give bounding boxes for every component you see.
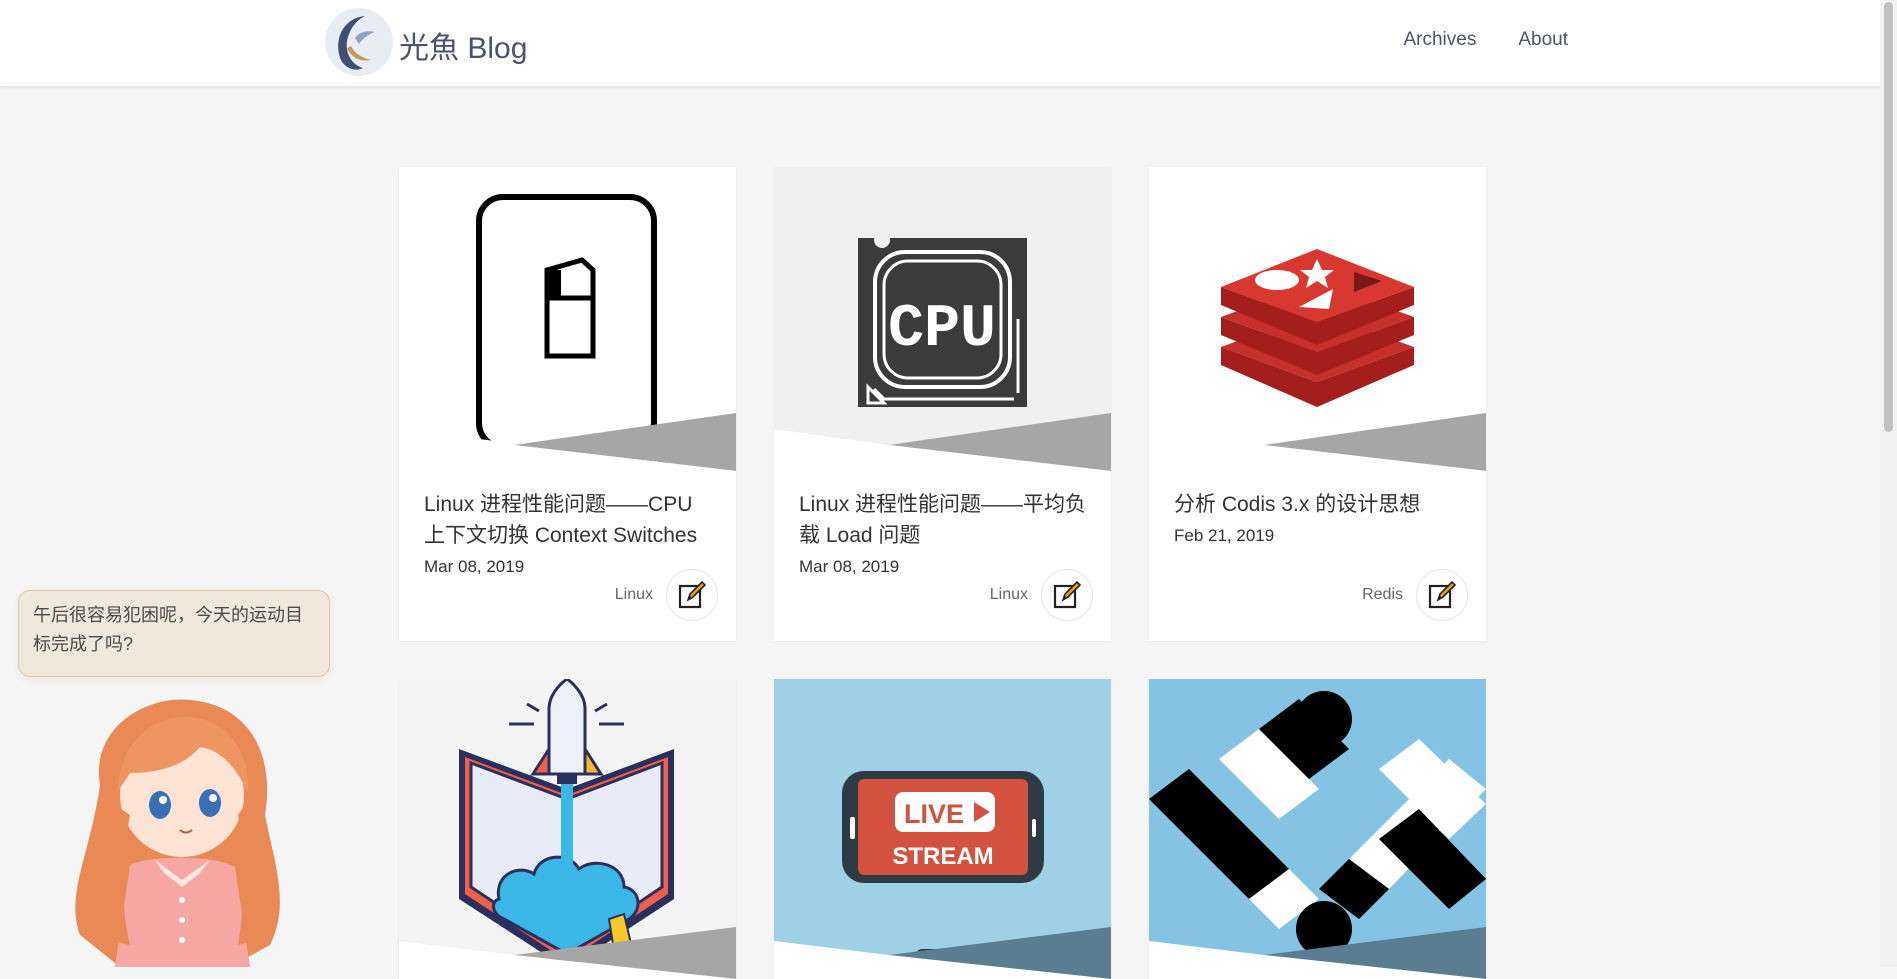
post-title[interactable]: Linux 进程性能问题——平均负载 Load 问题 bbox=[799, 489, 1091, 551]
main-nav: Archives About bbox=[1361, 0, 1568, 80]
scrollbar-thumb[interactable] bbox=[1884, 2, 1893, 432]
edit-icon bbox=[678, 580, 707, 609]
post-thumbnail[interactable] bbox=[1149, 167, 1486, 471]
edit-post-button[interactable] bbox=[1416, 569, 1468, 621]
post-thumbnail[interactable] bbox=[399, 167, 736, 471]
edit-icon bbox=[1053, 580, 1082, 609]
site-logo bbox=[325, 8, 393, 76]
post-card[interactable] bbox=[1149, 679, 1486, 979]
post-thumbnail[interactable]: CPU bbox=[774, 167, 1111, 471]
home-link[interactable]: 光魚 Blog bbox=[325, 8, 527, 76]
post-card[interactable]: CPU Linux 进程性能问题——平均负载 Load 问题 Mar 08, 2… bbox=[774, 167, 1111, 641]
card-slant-decoration bbox=[399, 927, 736, 979]
post-tag[interactable]: Redis bbox=[1362, 586, 1403, 604]
post-card[interactable]: LIVE STREAM bbox=[774, 679, 1111, 979]
site-header: 光魚 Blog Archives About bbox=[0, 0, 1897, 87]
nav-about[interactable]: About bbox=[1518, 29, 1568, 51]
post-thumbnail[interactable]: LIVE STREAM bbox=[774, 679, 1111, 979]
edit-post-button[interactable] bbox=[666, 569, 718, 621]
edit-post-button[interactable] bbox=[1041, 569, 1093, 621]
mascot-character[interactable] bbox=[60, 695, 300, 967]
card-slant-decoration bbox=[774, 927, 1111, 979]
post-tag[interactable]: Linux bbox=[615, 586, 653, 604]
post-tag[interactable]: Linux bbox=[990, 586, 1028, 604]
post-card[interactable]: Linux 进程性能问题——CPU 上下文切换 Context Switches… bbox=[399, 167, 736, 641]
post-card[interactable] bbox=[399, 679, 736, 979]
card-slant-decoration bbox=[1149, 413, 1486, 471]
mascot-speech-bubble: 午后很容易犯困呢，今天的运动目标完成了吗? bbox=[18, 590, 330, 677]
card-slant-decoration bbox=[1149, 927, 1486, 979]
edit-icon bbox=[1428, 580, 1457, 609]
post-thumbnail[interactable] bbox=[1149, 679, 1486, 979]
page-scrollbar[interactable] bbox=[1880, 0, 1897, 967]
post-date: Mar 08, 2019 bbox=[799, 557, 900, 576]
post-thumbnail[interactable] bbox=[399, 679, 736, 979]
post-title[interactable]: 分析 Codis 3.x 的设计思想 bbox=[1174, 489, 1466, 520]
card-slant-decoration bbox=[399, 413, 736, 471]
nav-archives[interactable]: Archives bbox=[1403, 29, 1476, 51]
card-slant-decoration bbox=[774, 413, 1111, 471]
post-date: Feb 21, 2019 bbox=[1174, 526, 1275, 545]
site-title: 光魚 Blog bbox=[399, 32, 528, 65]
post-date: Mar 08, 2019 bbox=[424, 557, 525, 576]
post-card[interactable]: 分析 Codis 3.x 的设计思想 Feb 21, 2019 Redis bbox=[1149, 167, 1486, 641]
post-title[interactable]: Linux 进程性能问题——CPU 上下文切换 Context Switches bbox=[424, 489, 716, 551]
